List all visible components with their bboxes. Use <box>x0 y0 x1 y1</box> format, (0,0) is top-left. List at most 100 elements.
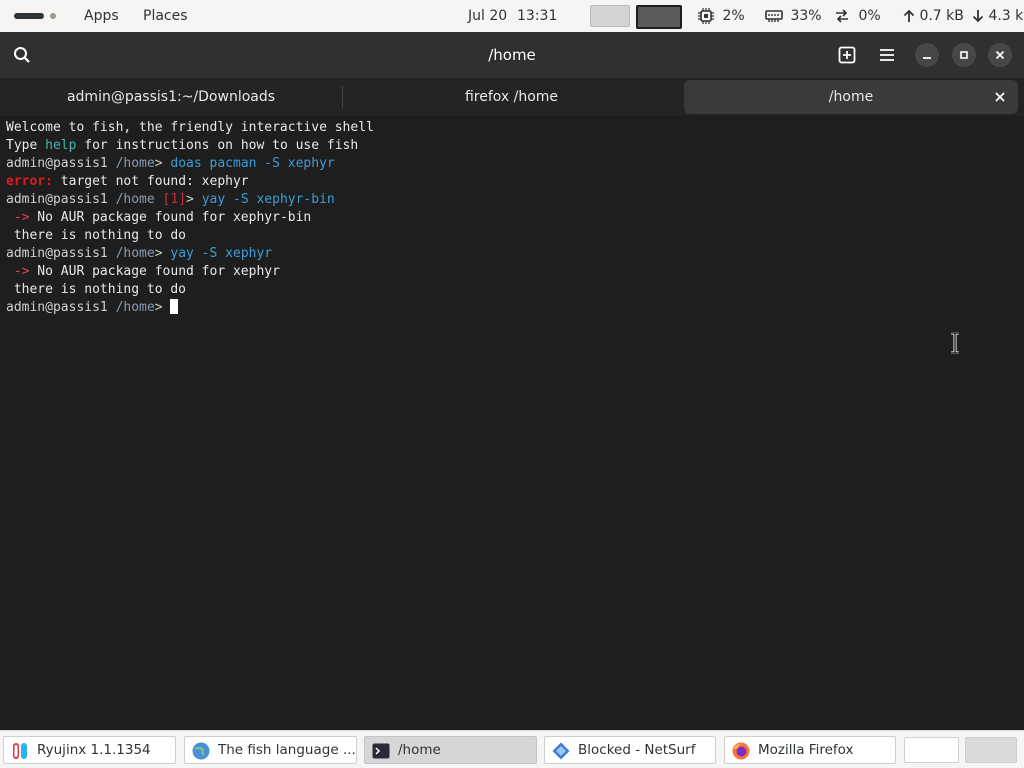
workspace-indicator-dot <box>50 13 56 19</box>
clock-time[interactable]: 13:31 <box>517 0 557 32</box>
swap-arrows-icon <box>836 9 848 23</box>
maximize-icon <box>960 51 968 59</box>
task-firefox[interactable]: Mozilla Firefox <box>724 736 896 764</box>
new-tab-button[interactable] <box>835 43 859 67</box>
netsurf-icon <box>552 742 570 760</box>
terminal-output[interactable]: Welcome to fish, the friendly interactiv… <box>0 116 1024 730</box>
clock-date[interactable]: Jul 20 <box>468 0 507 32</box>
text-cursor <box>170 299 179 314</box>
terminal-line: -> No AUR package found for xephyr <box>6 263 1024 281</box>
task-label: Ryujinx 1.1.1354 <box>37 742 151 758</box>
swap-value: 0% <box>858 8 881 24</box>
close-icon <box>995 50 1005 60</box>
prompt-char: > <box>186 192 202 207</box>
terminal-line: admin@passis1 /home> doas pacman -S xeph… <box>6 155 1024 173</box>
places-menu[interactable]: Places <box>143 0 188 32</box>
memory-value: 33% <box>790 8 822 24</box>
output-text: No AUR package found for xephyr <box>29 264 280 279</box>
hamburger-menu-icon <box>880 49 894 61</box>
task-ryujinx[interactable]: Ryujinx 1.1.1354 <box>3 736 176 764</box>
tab-label: /home <box>828 89 874 105</box>
output-text: there is nothing to do <box>6 228 187 243</box>
output-text: there is nothing to do <box>6 282 187 297</box>
arrow-down-icon <box>972 10 984 23</box>
pager-workspace-2[interactable] <box>965 737 1017 763</box>
task-label: The fish language ... <box>218 742 356 758</box>
arrow-up-icon <box>903 9 915 22</box>
tab-home[interactable]: /home <box>684 80 1018 114</box>
error-label: error: <box>6 174 53 189</box>
firefox-icon <box>732 742 750 760</box>
terminal-line: there is nothing to do <box>6 227 1024 245</box>
activities-button[interactable] <box>14 13 44 19</box>
memory-icon <box>765 10 783 22</box>
terminal-line: error: target not found: xephyr <box>6 173 1024 191</box>
terminal-line: Welcome to fish, the friendly interactiv… <box>6 119 1024 137</box>
prompt-char: > <box>154 300 171 315</box>
workspace-1[interactable] <box>590 5 630 27</box>
swap-indicator[interactable]: 0% <box>834 0 881 32</box>
arrow-marker: -> <box>6 264 30 279</box>
cpu-value: 2% <box>722 8 745 24</box>
tab-label: admin@passis1:~/Downloads <box>66 89 276 105</box>
download-value: 4.3 kB <box>988 8 1024 24</box>
prompt-dir: /home <box>107 192 155 207</box>
pager-workspace-1[interactable] <box>904 737 959 763</box>
top-panel: Apps Places Jul 20 13:31 2% 33% 0% 0.7 k… <box>0 0 1024 32</box>
prompt-char: > <box>154 156 171 171</box>
error-text: target not found: xephyr <box>52 174 249 189</box>
prompt-dir: /home <box>107 300 155 315</box>
command-text: yay -S xephyr <box>170 246 273 261</box>
prompt-user: admin@passis1 <box>6 300 108 315</box>
minimize-button[interactable] <box>915 43 939 67</box>
terminal-headerbar: /home <box>0 32 1024 78</box>
tab-downloads[interactable]: admin@passis1:~/Downloads <box>0 80 342 114</box>
task-terminal-home[interactable]: /home <box>364 736 537 764</box>
task-netsurf[interactable]: Blocked - NetSurf <box>544 736 716 764</box>
task-label: Blocked - NetSurf <box>578 742 696 758</box>
terminal-line: there is nothing to do <box>6 281 1024 299</box>
text: Type <box>6 138 46 153</box>
workspace-2[interactable] <box>636 5 682 29</box>
help-keyword: help <box>45 138 77 153</box>
apps-menu[interactable]: Apps <box>84 0 119 32</box>
exit-status: [1] <box>154 192 187 207</box>
cpu-indicator[interactable]: 2% <box>698 0 745 32</box>
minimize-icon <box>923 57 931 59</box>
close-tab-icon[interactable] <box>992 89 1008 105</box>
terminal-line: admin@passis1 /home [1]> yay -S xephyr-b… <box>6 191 1024 209</box>
welcome-text: Welcome to fish, the friendly interactiv… <box>6 120 374 135</box>
text: for instructions on how to use fish <box>76 138 359 153</box>
prompt-dir: /home <box>107 246 155 261</box>
close-window-button[interactable] <box>988 43 1012 67</box>
menu-button[interactable] <box>875 43 899 67</box>
ibeam-cursor-icon <box>951 332 959 354</box>
maximize-button[interactable] <box>952 43 976 67</box>
cpu-icon <box>698 8 714 24</box>
terminal-line: admin@passis1 /home> <box>6 299 1024 317</box>
command-text: doas pacman -S xephyr <box>170 156 335 171</box>
terminal-line: Type help for instructions on how to use… <box>6 137 1024 155</box>
command-text: yay -S xephyr-bin <box>201 192 335 207</box>
ryujinx-icon <box>13 743 27 759</box>
task-fish-docs[interactable]: The fish language ... <box>184 736 357 764</box>
prompt-user: admin@passis1 <box>6 156 108 171</box>
terminal-line: admin@passis1 /home> yay -S xephyr <box>6 245 1024 263</box>
memory-indicator[interactable]: 33% <box>765 0 822 32</box>
tab-label: firefox /home <box>464 89 559 105</box>
prompt-user: admin@passis1 <box>6 192 108 207</box>
upload-indicator[interactable]: 0.7 kB <box>903 0 964 32</box>
download-indicator[interactable]: 4.3 kB <box>972 0 1024 32</box>
browser-globe-icon <box>192 742 210 760</box>
arrow-marker: -> <box>6 210 30 225</box>
prompt-user: admin@passis1 <box>6 246 108 261</box>
upload-value: 0.7 kB <box>919 8 964 24</box>
tab-firefox-home[interactable]: firefox /home <box>343 80 680 114</box>
task-label: /home <box>398 742 441 758</box>
tab-bar: admin@passis1:~/Downloads firefox /home … <box>0 78 1024 116</box>
output-text: No AUR package found for xephyr-bin <box>29 210 312 225</box>
taskbar: Ryujinx 1.1.1354 The fish language ... /… <box>0 730 1024 768</box>
prompt-char: > <box>154 246 171 261</box>
terminal-line: -> No AUR package found for xephyr-bin <box>6 209 1024 227</box>
new-tab-icon <box>838 46 856 64</box>
